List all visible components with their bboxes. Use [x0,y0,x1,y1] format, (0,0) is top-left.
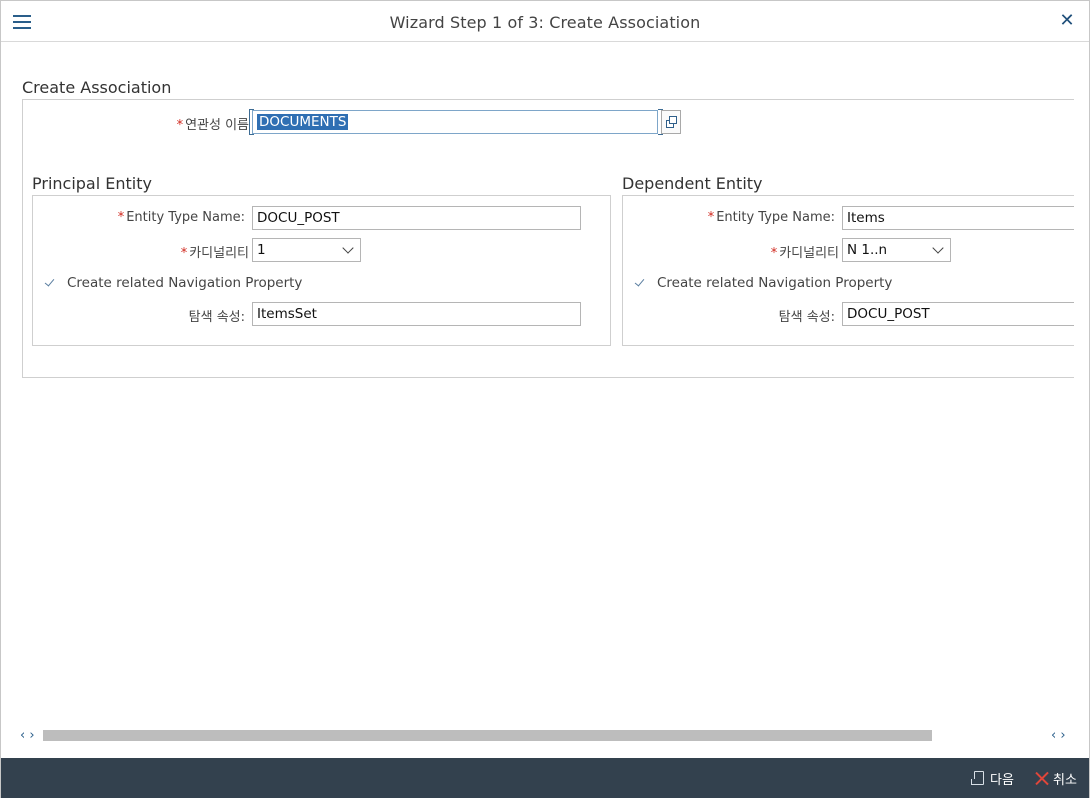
principal-nav-checkbox-label: Create related Navigation Property [67,275,303,291]
create-association-title: Create Association [22,78,172,97]
principal-nav-checkbox[interactable]: Create related Navigation Property [44,275,302,291]
dependent-cardinality-label-text: 카디널리티 [779,246,839,261]
chevron-down-icon [932,242,944,254]
scroll-arrows-left[interactable]: ‹ › [20,729,35,742]
association-name-input[interactable]: DOCUMENTS [252,110,658,134]
chevron-down-icon [342,242,354,254]
scroll-arrows-right[interactable]: ‹ › [1051,729,1066,742]
principal-entity-type-label-text: Entity Type Name: [126,210,245,225]
next-button-label: 다음 [990,772,1014,788]
principal-entity-title: Principal Entity [32,174,152,193]
horizontal-scrollbar-thumb[interactable] [43,730,932,741]
dependent-cardinality-value: N 1..n [847,242,888,258]
cancel-button-label: 취소 [1053,772,1077,788]
close-icon[interactable]: ✕ [1059,11,1075,31]
dependent-cardinality-label: * 카디널리티 [770,246,839,261]
principal-entity-type-label: * Entity Type Name: [117,210,245,225]
principal-cardinality-select[interactable]: 1 [252,238,361,262]
dependent-entity-type-label: * Entity Type Name: [707,210,835,225]
value-help-icon[interactable] [661,110,681,134]
dependent-entity-type-input[interactable]: Items [842,206,1074,230]
principal-nav-property-label: 탐색 속성: [188,310,245,325]
cancel-x-icon [1035,771,1049,786]
cancel-button[interactable]: 취소 [1035,769,1077,788]
association-name-label: * 연관성 이름 [151,114,249,133]
dependent-nav-checkbox-label: Create related Navigation Property [657,275,893,291]
dependent-nav-property-input[interactable]: DOCU_POST [842,302,1074,326]
dependent-cardinality-select[interactable]: N 1..n [842,238,951,262]
wizard-window: Wizard Step 1 of 3: Create Association ✕… [0,0,1090,798]
footer-toolbar: 다음 취소 [1,758,1089,798]
principal-cardinality-label-text: 카디널리티 [189,246,249,261]
checkbox-checked-icon[interactable] [44,275,57,290]
principal-nav-property-input[interactable]: ItemsSet [252,302,581,326]
required-marker: * [176,118,184,133]
association-name-label-text: 연관성 이름 [185,118,249,133]
checkbox-checked-icon[interactable] [634,275,647,290]
principal-cardinality-value: 1 [257,242,266,258]
association-name-value: DOCUMENTS [257,114,349,130]
next-button[interactable]: 다음 [971,769,1014,788]
next-page-icon [971,770,985,786]
title-bar: Wizard Step 1 of 3: Create Association ✕ [1,1,1089,42]
principal-entity-type-input[interactable]: DOCU_POST [252,206,581,230]
dependent-nav-property-label: 탐색 속성: [778,310,835,325]
window-title: Wizard Step 1 of 3: Create Association [389,13,701,32]
principal-cardinality-label: * 카디널리티 [180,246,249,261]
dependent-nav-checkbox[interactable]: Create related Navigation Property [634,275,892,291]
dependent-entity-type-label-text: Entity Type Name: [716,210,835,225]
dependent-entity-title: Dependent Entity [622,174,763,193]
